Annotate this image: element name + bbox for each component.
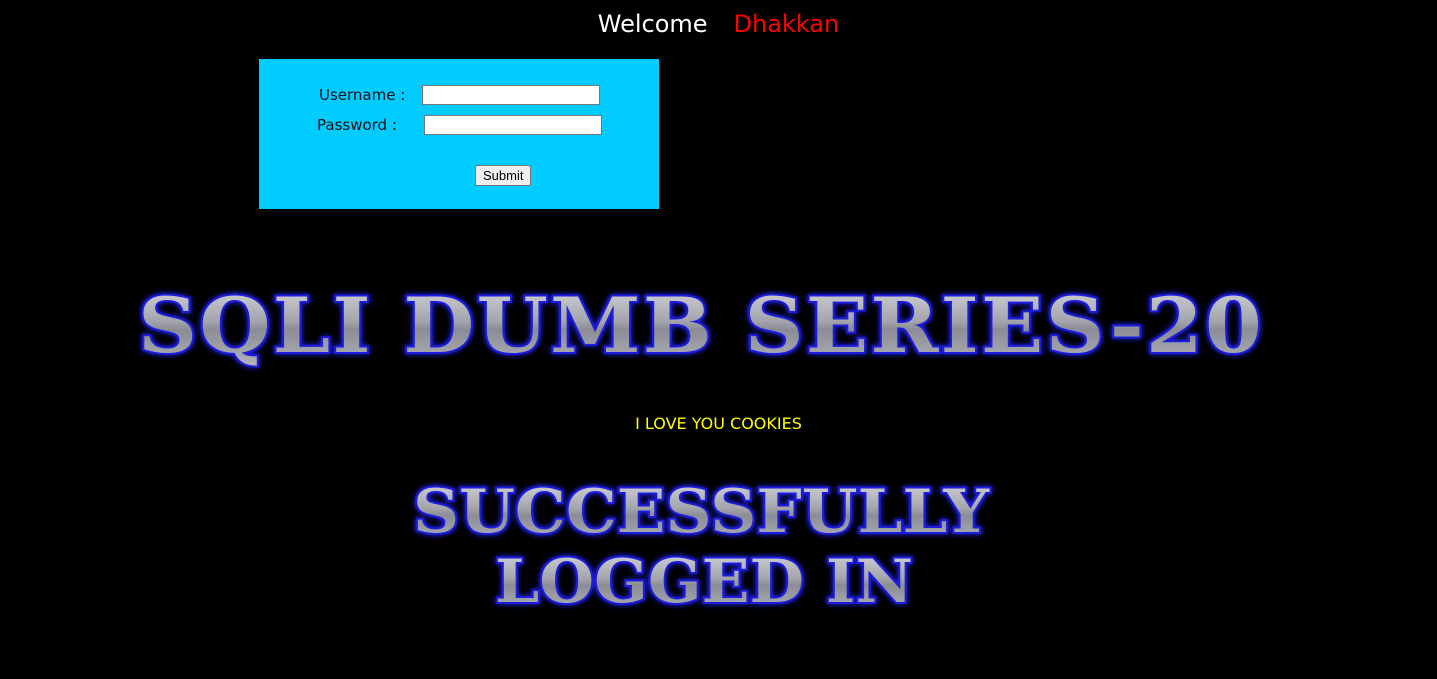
banner-graphics: SQLI DUMB SERIES-20 SUCCESSFULLY LOGGED … (136, 279, 1264, 619)
banner-title: SQLI DUMB SERIES-20 (138, 281, 1264, 370)
success-line-2: LOGGED IN (495, 547, 913, 617)
success-line-1: SUCCESSFULLY (413, 477, 990, 547)
page: Welcome Dhakkan Username : Password : Sub… (0, 0, 1437, 679)
cookie-message: I LOVE YOU COOKIES (635, 414, 802, 433)
